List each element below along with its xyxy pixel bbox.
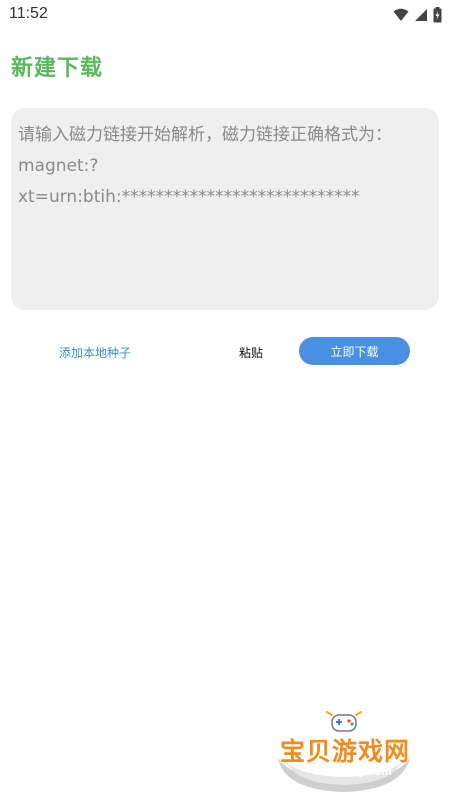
status-time: 11:52 <box>9 5 48 22</box>
status-icons <box>393 6 442 24</box>
wifi-icon <box>393 8 409 22</box>
watermark-brand: 宝贝游戏网 <box>280 737 411 766</box>
status-bar: 11:52 <box>0 0 450 30</box>
battery-icon <box>433 7 442 23</box>
new-download-screen: 11:52 新建下载 添加本地种子 <box>0 0 450 800</box>
watermark-logo: 宝贝游戏网 baobeiy.com <box>268 700 418 796</box>
magnet-link-input[interactable] <box>11 108 439 310</box>
page-title: 新建下载 <box>11 56 104 81</box>
gamepad-icon <box>326 711 362 732</box>
download-now-button[interactable]: 立即下载 <box>299 337 410 365</box>
add-local-torrent-button[interactable]: 添加本地种子 <box>46 338 144 366</box>
cell-signal-icon <box>414 8 428 22</box>
paste-button[interactable]: 粘贴 <box>228 338 274 366</box>
watermark-url: baobeiy.com <box>320 766 392 778</box>
